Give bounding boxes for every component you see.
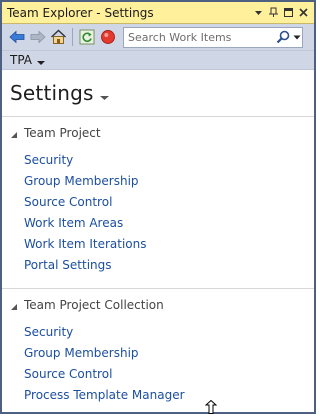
link-security[interactable]: Security: [24, 150, 314, 171]
chevron-down-icon[interactable]: [37, 51, 46, 70]
link-group-membership[interactable]: Group Membership: [24, 343, 314, 364]
section-title: Team Project Collection: [24, 298, 164, 312]
search-work-items-box[interactable]: [123, 26, 303, 48]
home-icon[interactable]: [48, 27, 69, 48]
title-bar: Team Explorer - Settings: [2, 2, 314, 24]
page-title[interactable]: Settings: [10, 81, 94, 105]
toolbar-separator: [72, 28, 73, 46]
section-title: Team Project: [24, 126, 101, 140]
search-options-dropdown-icon[interactable]: [292, 33, 302, 41]
pin-icon[interactable]: [267, 6, 280, 19]
section-header[interactable]: Team Project: [2, 122, 314, 144]
link-work-item-iterations[interactable]: Work Item Iterations: [24, 234, 314, 255]
search-icon[interactable]: [274, 30, 292, 44]
link-work-item-areas[interactable]: Work Item Areas: [24, 213, 314, 234]
page-header: Settings: [2, 70, 314, 116]
window-title: Team Explorer - Settings: [7, 5, 154, 20]
resize-cursor-icon: [204, 399, 218, 418]
section-team-project: Team Project Security Group Membership S…: [2, 122, 314, 284]
link-source-control[interactable]: Source Control: [24, 192, 314, 213]
section-divider: [2, 288, 314, 289]
project-name[interactable]: TPA: [10, 53, 32, 67]
forward-arrow-icon[interactable]: [27, 27, 48, 48]
link-security[interactable]: Security: [24, 322, 314, 343]
refresh-icon[interactable]: [76, 27, 97, 48]
section-header[interactable]: Team Project Collection: [2, 294, 314, 316]
search-input[interactable]: [124, 28, 274, 46]
page-title-chevron-down-icon[interactable]: [99, 86, 109, 105]
back-arrow-icon[interactable]: [6, 27, 27, 48]
section-team-project-collection: Team Project Collection Security Group M…: [2, 294, 314, 414]
restore-icon[interactable]: [282, 6, 295, 19]
collapse-triangle-icon[interactable]: [10, 124, 20, 143]
stop-icon[interactable]: [97, 27, 118, 48]
link-process-template-manager[interactable]: Process Template Manager: [24, 385, 314, 406]
link-source-control[interactable]: Source Control: [24, 364, 314, 385]
link-list: Security Group Membership Source Control…: [2, 316, 314, 414]
link-group-membership[interactable]: Group Membership: [24, 171, 314, 192]
toolbar: [2, 24, 314, 51]
project-selector[interactable]: TPA: [2, 51, 314, 70]
team-explorer-window: Team Explorer - Settings Search Work Ite…: [0, 0, 316, 414]
link-portal-settings[interactable]: Portal Settings: [24, 255, 314, 276]
header-divider: [2, 116, 314, 117]
close-icon[interactable]: [297, 6, 310, 19]
window-options-dropdown-icon[interactable]: [252, 6, 265, 19]
collapse-triangle-icon[interactable]: [10, 296, 20, 315]
link-list: Security Group Membership Source Control…: [2, 144, 314, 284]
